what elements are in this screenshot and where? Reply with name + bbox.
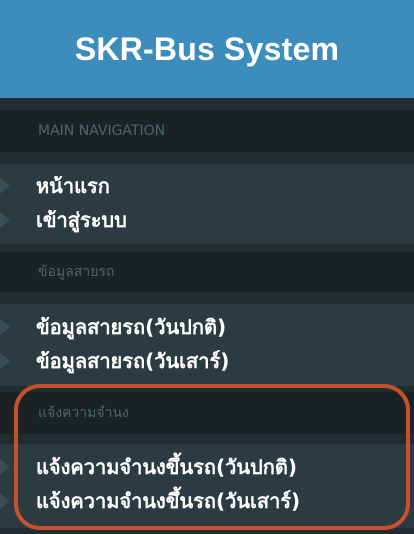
nav-group-intent: แจ้งความจำนงขึ้นรถ(วันปกติ) แจ้งความจำนง… [0, 444, 414, 528]
sidebar-item-home[interactable]: หน้าแรก [0, 171, 414, 201]
app-title[interactable]: SKR-Bus System [0, 0, 414, 98]
sidebar-item-label: แจ้งความจำนงขึ้นรถ(วันเสาร์) [36, 489, 301, 513]
sidebar-item-intent-saturday[interactable]: แจ้งความจำนงขึ้นรถ(วันเสาร์) [0, 486, 414, 516]
caret-right-icon [0, 353, 10, 369]
nav-group-bus-route: ข้อมูลสายรถ(วันปกติ) ข้อมูลสายรถ(วันเสาร… [0, 304, 414, 386]
sidebar-item-route-saturday[interactable]: ข้อมูลสายรถ(วันเสาร์) [0, 346, 414, 376]
section-header-main-navigation: MAIN NAVIGATION [0, 110, 414, 152]
sidebar-item-label: ข้อมูลสายรถ(วันปกติ) [36, 315, 227, 339]
section-header-intent: แจ้งความจำนง [0, 392, 414, 434]
caret-right-icon [0, 459, 10, 475]
section-header-bus-route-info: ข้อมูลสายรถ [0, 252, 414, 292]
caret-right-icon [0, 493, 10, 509]
sidebar-item-intent-weekday[interactable]: แจ้งความจำนงขึ้นรถ(วันปกติ) [0, 452, 414, 482]
sidebar-item-label: ข้อมูลสายรถ(วันเสาร์) [36, 349, 230, 373]
caret-right-icon [0, 319, 10, 335]
sidebar-item-login[interactable]: เข้าสู่ระบบ [0, 205, 414, 235]
sidebar-item-label: เข้าสู่ระบบ [36, 208, 127, 232]
caret-right-icon [0, 212, 10, 228]
caret-right-icon [0, 178, 10, 194]
sidebar-item-label: แจ้งความจำนงขึ้นรถ(วันปกติ) [36, 455, 297, 479]
nav-group-main: หน้าแรก เข้าสู่ระบบ [0, 164, 414, 244]
sidebar-item-route-weekday[interactable]: ข้อมูลสายรถ(วันปกติ) [0, 312, 414, 342]
sidebar-item-label: หน้าแรก [36, 174, 110, 198]
